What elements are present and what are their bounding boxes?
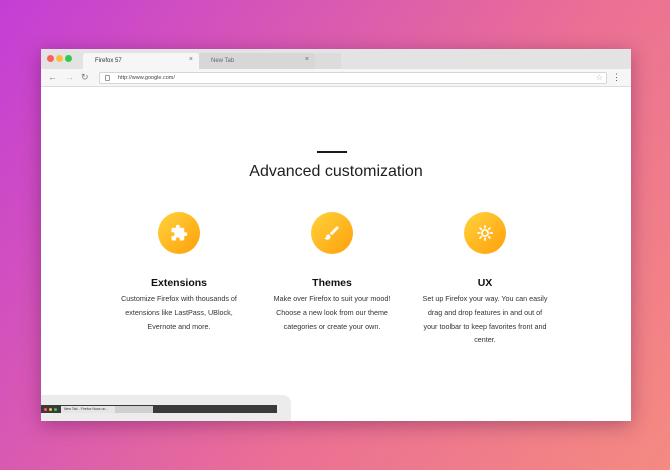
thumbnail-dot <box>54 408 57 411</box>
feature-description: Make over Firefox to suit your mood! Cho… <box>273 294 391 331</box>
forward-arrow-icon[interactable]: → <box>65 72 74 82</box>
address-bar[interactable]: http://www.google.com/ ☆ <box>99 72 607 84</box>
reload-icon[interactable]: ↻ <box>81 72 89 82</box>
tab-new-tab[interactable]: New Tab × <box>199 53 315 69</box>
tab-strip: Firefox 57 × New Tab × <box>41 49 631 69</box>
tab-firefox-57[interactable]: Firefox 57 × <box>83 53 199 69</box>
heading-rule <box>317 151 347 153</box>
feature-themes: Themes Make over Firefox to suit your mo… <box>267 212 397 333</box>
close-window-button[interactable] <box>47 55 54 62</box>
tab-close-icon[interactable]: × <box>189 56 193 63</box>
browser-thumbnail: New Tab - Firefox Nova on... <box>41 395 291 421</box>
feature-description: Customize Firefox with thousands of exte… <box>121 294 237 331</box>
navigation-toolbar: ← → ↻ http://www.google.com/ ☆ ⋮ <box>41 69 631 87</box>
new-tab-button[interactable] <box>315 53 341 69</box>
puzzle-icon <box>158 212 200 254</box>
thumbnail-tab-inactive <box>115 406 153 413</box>
feature-extensions: Extensions Customize Firefox with thousa… <box>114 212 244 333</box>
thumbnail-tab: New Tab - Firefox Nova on... <box>61 406 115 413</box>
thumbnail-dot <box>49 408 52 411</box>
page-heading: Advanced customization <box>249 163 423 180</box>
feature-description: Set up Firefox your way. You can easily … <box>422 294 548 345</box>
tab-close-icon[interactable]: × <box>305 56 309 63</box>
tab-label: New Tab <box>211 58 235 64</box>
thumbnail-dot <box>44 408 47 411</box>
page-icon <box>105 75 110 81</box>
feature-title: UX <box>477 277 493 289</box>
url-text: http://www.google.com/ <box>118 75 175 81</box>
back-arrow-icon[interactable]: ← <box>48 72 57 82</box>
minimize-window-button[interactable] <box>56 55 63 62</box>
paintbrush-icon <box>311 212 353 254</box>
zoom-window-button[interactable] <box>65 55 72 62</box>
browser-window: Firefox 57 × New Tab × ← → ↻ http://www.… <box>41 49 631 421</box>
gear-icon <box>464 212 506 254</box>
tab-label: Firefox 57 <box>95 58 122 64</box>
menu-kebab-icon[interactable]: ⋮ <box>612 72 621 82</box>
page-content: Advanced customization Extensions Custom… <box>41 87 631 421</box>
feature-title: Extensions <box>150 277 208 289</box>
feature-title: Themes <box>312 277 352 289</box>
feature-ux: UX Set up Firefox your way. You can easi… <box>420 212 550 347</box>
bookmark-star-icon[interactable]: ☆ <box>596 73 603 83</box>
